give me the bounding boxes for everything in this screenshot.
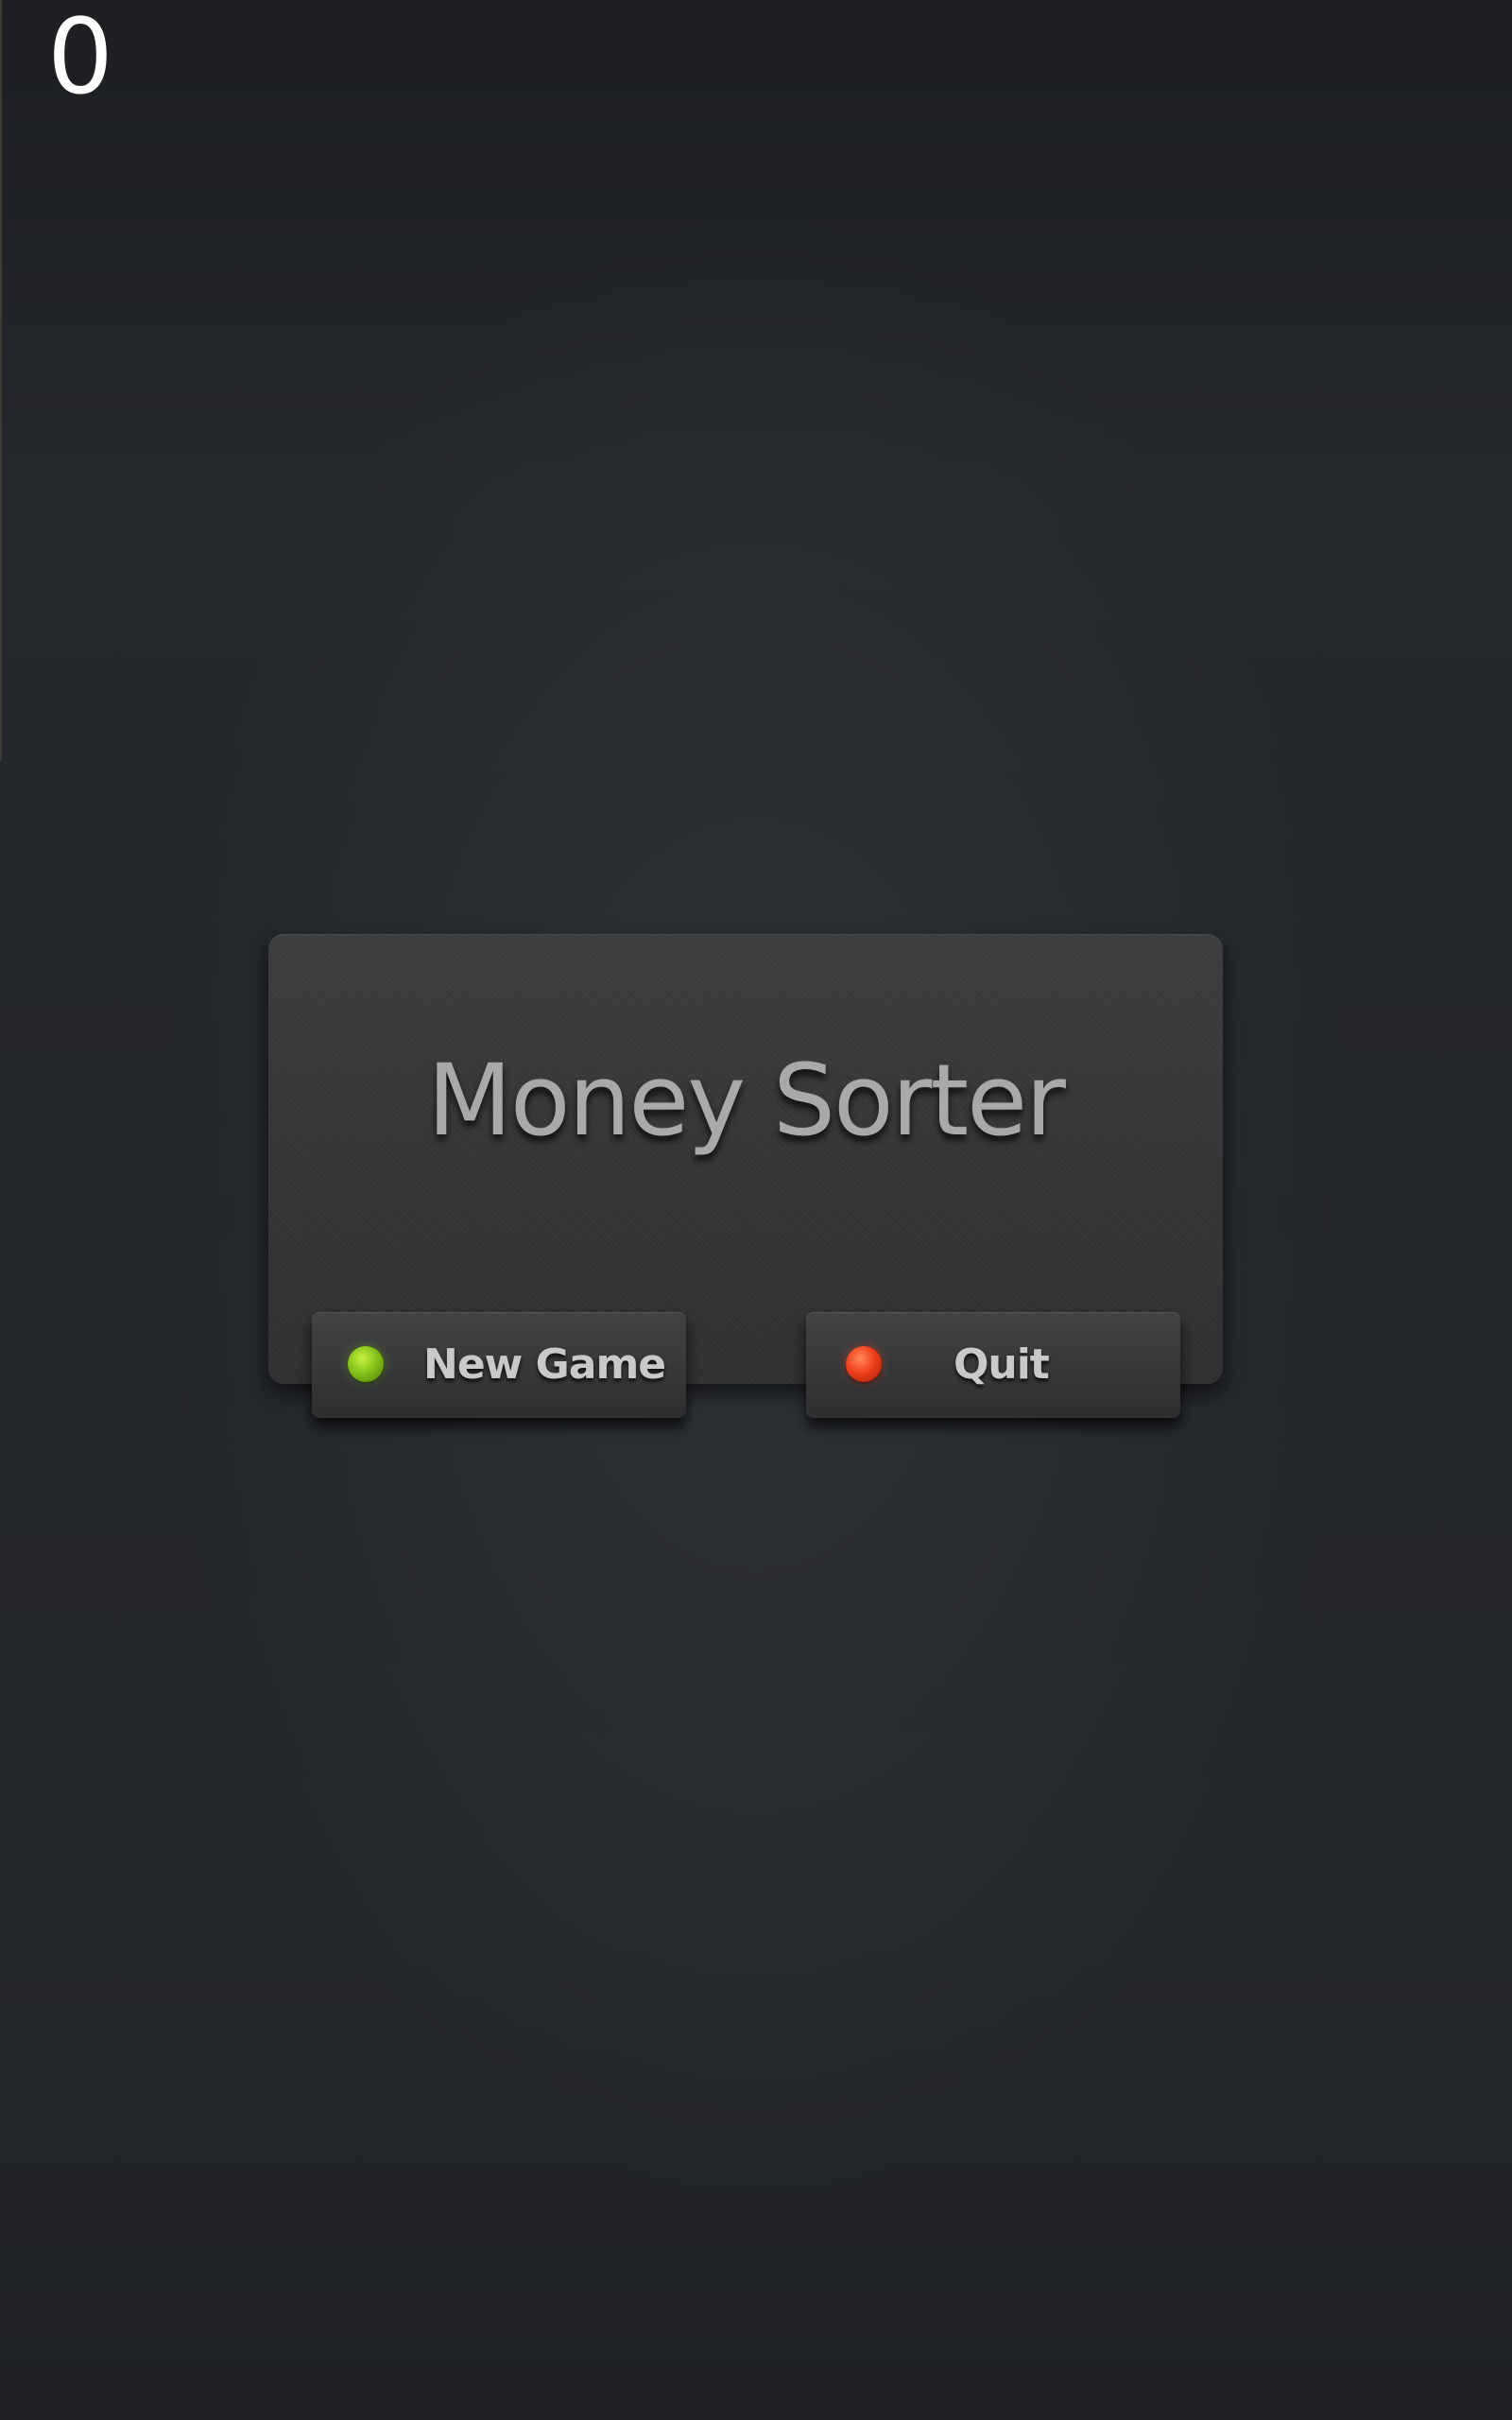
quit-button[interactable]: Quit <box>806 1312 1180 1418</box>
red-indicator-icon <box>846 1346 882 1382</box>
green-indicator-icon <box>348 1346 384 1382</box>
score-counter: 0 <box>47 0 113 117</box>
quit-label: Quit <box>954 1340 1050 1389</box>
new-game-label: New Game <box>423 1340 666 1389</box>
left-edge-strip <box>0 0 2 761</box>
game-title: Money Sorter <box>427 1043 1066 1158</box>
new-game-button[interactable]: New Game <box>312 1312 686 1418</box>
